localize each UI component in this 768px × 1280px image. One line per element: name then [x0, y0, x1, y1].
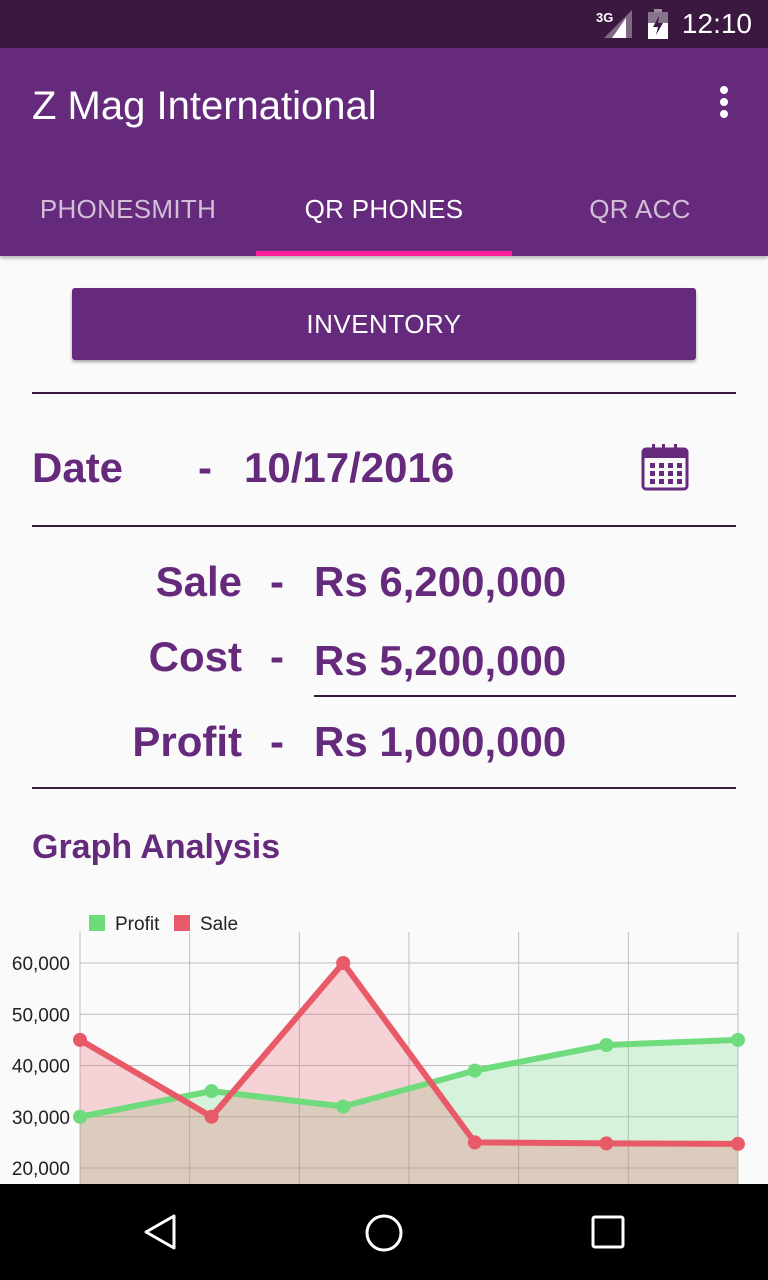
graph-title: Graph Analysis — [32, 828, 281, 866]
app-bar: Z Mag International PHONESMITH QR PHONES… — [0, 48, 768, 256]
calendar-icon[interactable] — [640, 442, 690, 492]
y-tick-label-4: 20,000 — [12, 1159, 70, 1180]
signal-icon — [604, 10, 632, 38]
point-profit-1 — [204, 1084, 219, 1099]
y-tick-label-0: 60,000 — [12, 954, 70, 975]
point-profit-3 — [467, 1063, 482, 1078]
profit-value: Rs 1,000,000 — [314, 718, 567, 765]
tab-indicator — [256, 251, 512, 256]
status-bar: 3G 12:10 — [0, 0, 768, 48]
cost-separator: - — [270, 633, 284, 680]
point-sale-3 — [467, 1135, 482, 1150]
legend-swatch-sale — [174, 915, 190, 931]
sale-label: Sale — [155, 558, 242, 605]
point-profit-2 — [336, 1099, 351, 1114]
tab-phonesmith[interactable]: PHONESMITH — [0, 160, 256, 256]
divider-subtotal — [314, 695, 736, 697]
sale-value: Rs 6,200,000 — [314, 558, 567, 605]
point-sale-1 — [204, 1109, 219, 1124]
recents-icon[interactable] — [591, 1215, 625, 1249]
legend-label-sale: Sale — [200, 914, 238, 935]
app-title: Z Mag International — [32, 84, 377, 128]
point-sale-0 — [73, 1032, 87, 1047]
date-label: Date — [32, 444, 124, 491]
y-tick-label-2: 40,000 — [12, 1057, 70, 1078]
navigation-bar — [0, 1184, 768, 1280]
sale-separator: - — [270, 558, 284, 605]
point-profit-0 — [73, 1109, 87, 1124]
y-tick-label-3: 30,000 — [12, 1108, 70, 1129]
y-tick-label-1: 50,000 — [12, 1005, 70, 1026]
legend-label-profit: Profit — [115, 914, 160, 935]
cost-label: Cost — [148, 633, 242, 680]
overflow-menu-icon[interactable] — [712, 86, 736, 126]
point-sale-4 — [599, 1136, 614, 1151]
chart-legend: Profit Sale — [89, 914, 238, 935]
profit-label: Profit — [132, 718, 242, 765]
tab-qr-acc[interactable]: QR ACC — [512, 160, 768, 256]
point-profit-4 — [599, 1038, 614, 1052]
point-sale-5 — [731, 1136, 745, 1151]
back-icon[interactable] — [142, 1214, 178, 1250]
date-separator: - — [198, 444, 212, 491]
legend-swatch-profit — [89, 915, 105, 931]
line-chart[interactable]: 60,000 50,000 40,000 30,000 20,000 Profit Sa… — [0, 900, 768, 1184]
divider-bottom — [32, 787, 736, 789]
tab-qr-phones[interactable]: QR PHONES — [256, 160, 512, 256]
clock: 12:10 — [681, 8, 752, 39]
tab-bar: PHONESMITH QR PHONES QR ACC — [0, 160, 768, 256]
battery-icon — [648, 9, 668, 39]
divider-top — [32, 392, 736, 394]
home-icon[interactable] — [364, 1213, 404, 1253]
cost-value: Rs 5,200,000 — [314, 637, 567, 684]
date-value[interactable]: 10/17/2016 — [244, 444, 454, 492]
point-profit-5 — [731, 1032, 745, 1047]
divider-date — [32, 525, 736, 527]
profit-separator: - — [270, 718, 284, 765]
point-sale-2 — [336, 956, 351, 970]
inventory-button[interactable]: INVENTORY — [72, 288, 696, 360]
y-axis-ticks: 60,000 50,000 40,000 30,000 20,000 — [12, 954, 70, 1180]
